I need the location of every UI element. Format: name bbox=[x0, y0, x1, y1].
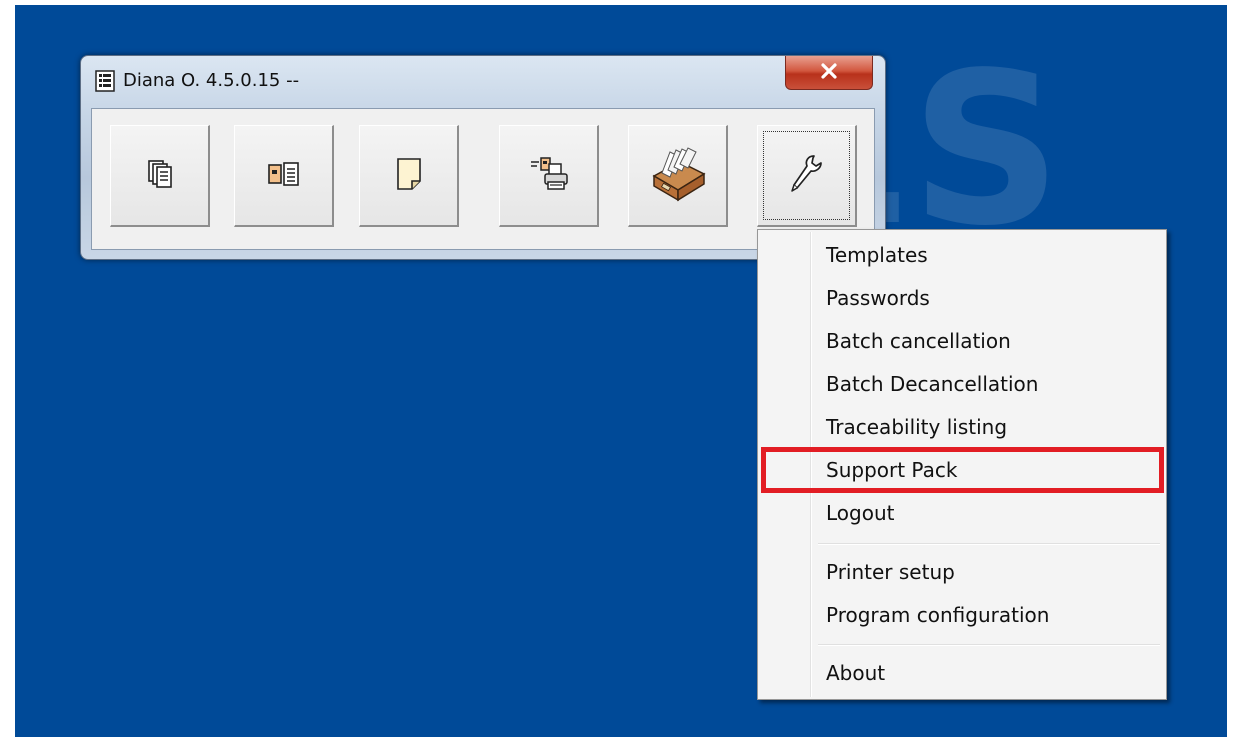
menu-separator bbox=[818, 644, 1160, 646]
transfer-documents-icon bbox=[267, 159, 301, 193]
document-list-icon[interactable] bbox=[95, 70, 115, 92]
menu-item-templates[interactable]: Templates bbox=[760, 235, 1164, 275]
menu-item-program-configuration[interactable]: Program configuration bbox=[760, 595, 1164, 635]
documents-button[interactable] bbox=[110, 125, 210, 227]
close-x-icon bbox=[820, 62, 838, 83]
menu-item-traceability-listing[interactable]: Traceability listing bbox=[760, 407, 1164, 447]
menu-item-passwords[interactable]: Passwords bbox=[760, 278, 1164, 318]
card-file-box-icon bbox=[648, 146, 708, 206]
menu-item-printer-setup[interactable]: Printer setup bbox=[760, 552, 1164, 592]
support-pack-highlight-box bbox=[761, 447, 1164, 493]
transfer-button[interactable] bbox=[234, 125, 334, 227]
menu-item-batch-cancellation[interactable]: Batch cancellation bbox=[760, 321, 1164, 361]
close-button[interactable] bbox=[785, 56, 873, 90]
title-bar[interactable]: Diana O. 4.5.0.15 -- bbox=[81, 56, 885, 106]
menu-item-logout[interactable]: Logout bbox=[760, 493, 1164, 533]
print-documents-icon bbox=[529, 156, 569, 196]
wrench-icon bbox=[790, 154, 824, 198]
window-title: Diana O. 4.5.0.15 -- bbox=[123, 70, 300, 91]
print-documents-button[interactable] bbox=[499, 125, 599, 227]
menu-item-batch-decancellation[interactable]: Batch Decancellation bbox=[760, 364, 1164, 404]
menu-item-about[interactable]: About bbox=[760, 653, 1164, 693]
tools-button[interactable] bbox=[757, 125, 857, 227]
documents-stack-icon bbox=[147, 159, 173, 193]
menu-separator bbox=[818, 543, 1160, 545]
new-document-button[interactable] bbox=[359, 125, 459, 227]
blank-document-icon bbox=[396, 157, 422, 195]
archive-button[interactable] bbox=[628, 125, 728, 227]
